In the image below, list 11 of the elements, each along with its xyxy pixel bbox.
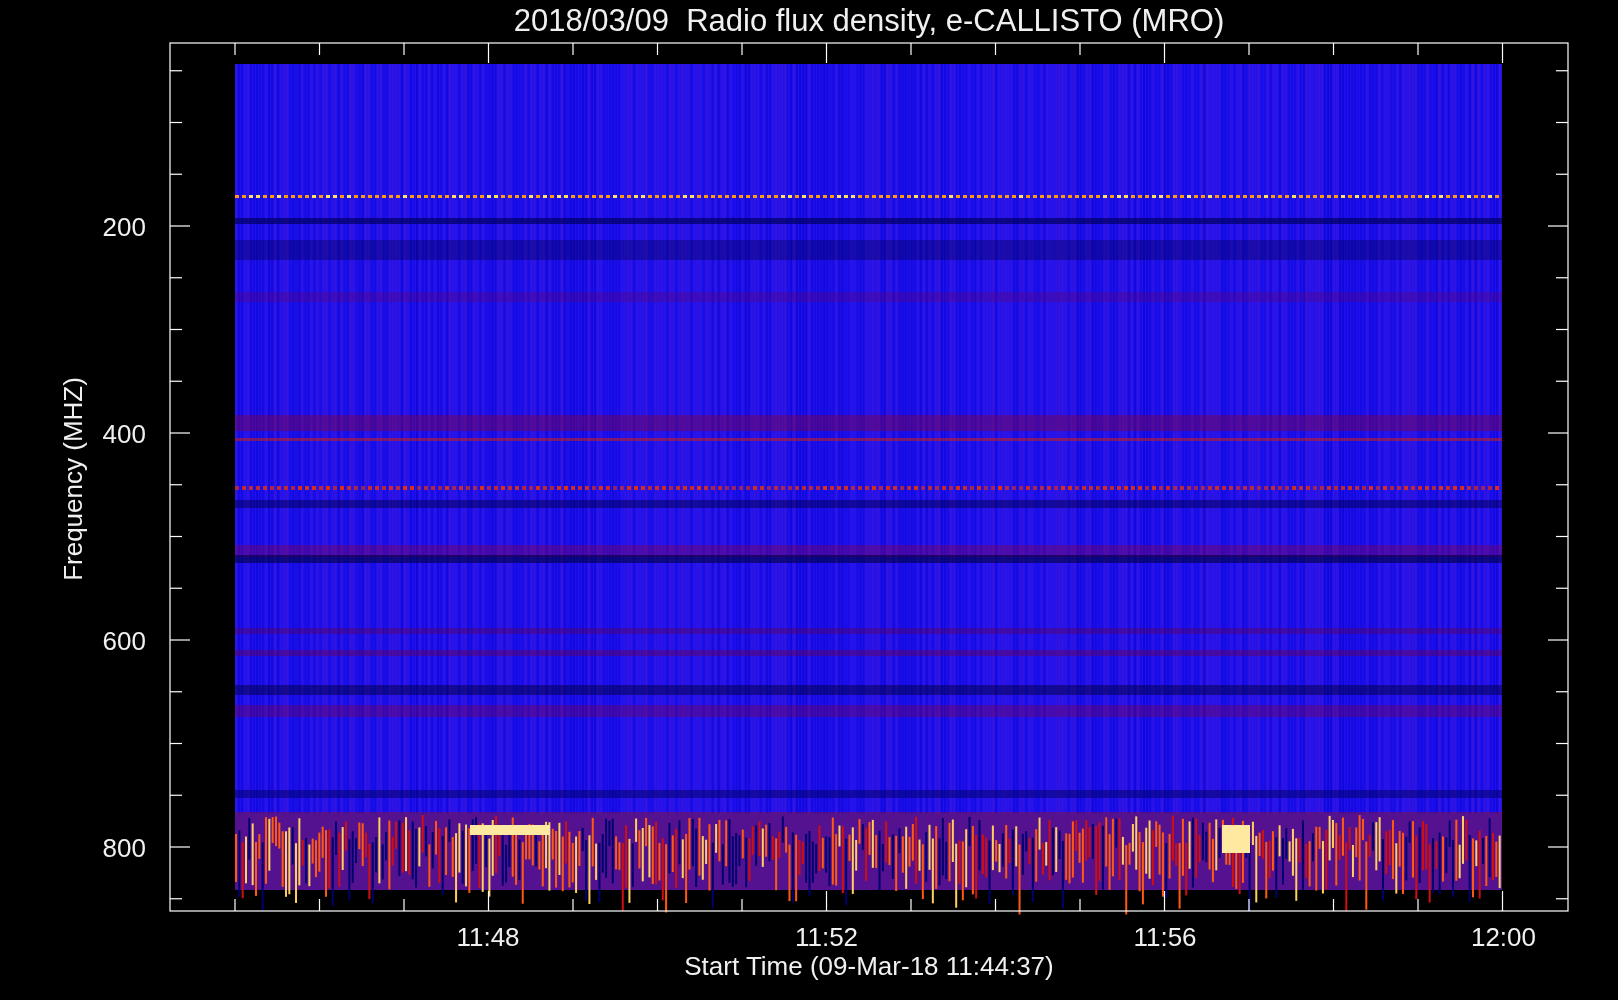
y-axis-label: Frequency (MHZ)	[58, 377, 88, 581]
y-tick-label: 800	[102, 833, 146, 863]
x-tick-label: 11:56	[1133, 922, 1197, 952]
y-tick-label: 400	[102, 419, 146, 449]
x-tick-label: 12:00	[1470, 922, 1537, 952]
y-tick-label: 200	[102, 212, 146, 242]
x-axis-label: Start Time (09-Mar-18 11:44:37)	[684, 951, 1054, 981]
y-tick-label: 600	[102, 626, 146, 656]
x-tick-label: 11:52	[794, 922, 859, 952]
x-tick-label: 11:48	[456, 922, 520, 952]
chart-title: 2018/03/09 Radio flux density, e-CALLISTO (MRO)	[513, 3, 1225, 38]
